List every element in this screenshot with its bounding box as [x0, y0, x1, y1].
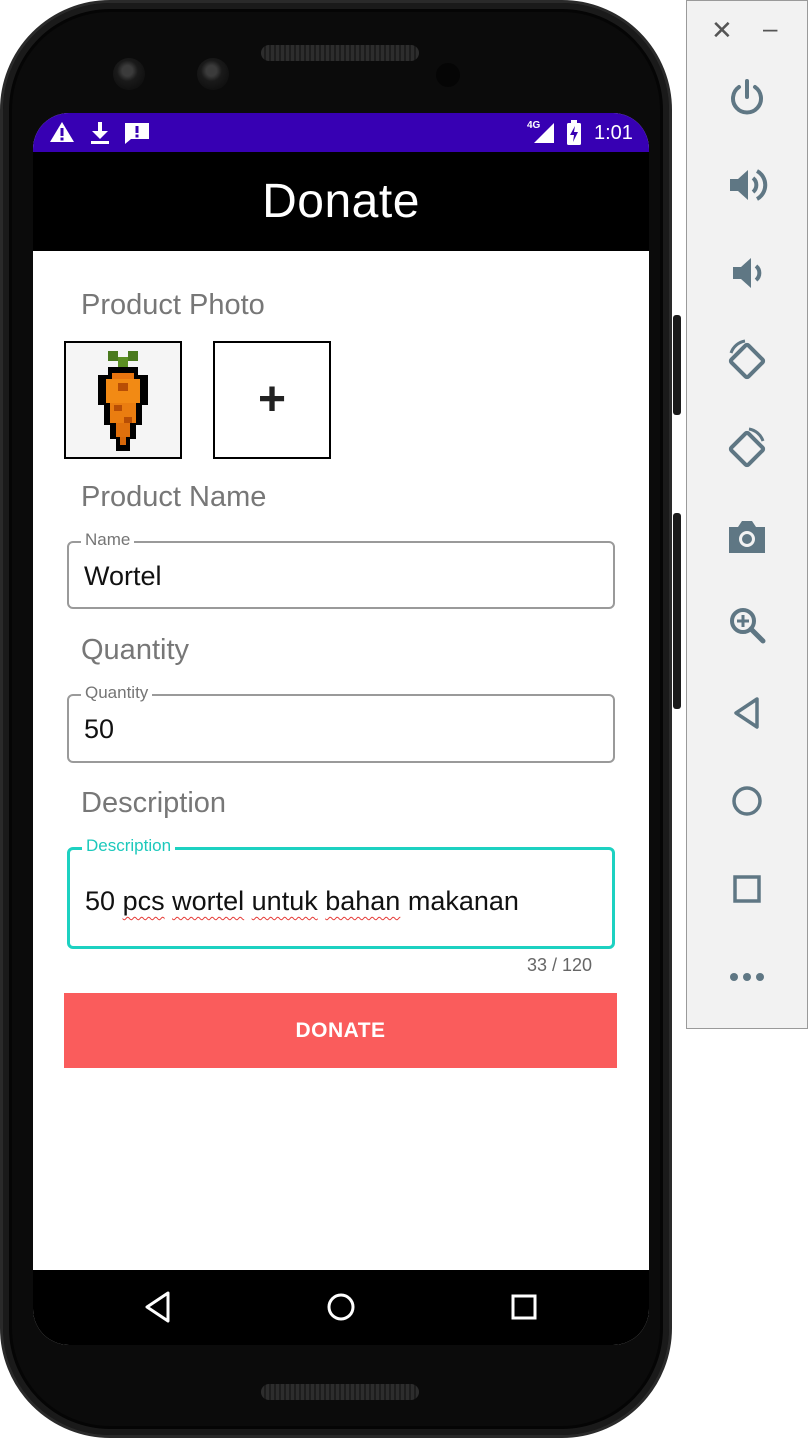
description-word-misspelled: untuk — [251, 886, 318, 916]
panel-back-button[interactable] — [687, 683, 807, 743]
minimize-icon[interactable]: – — [763, 13, 777, 44]
donate-button[interactable]: DONATE — [64, 993, 617, 1068]
power-side-button — [673, 315, 681, 415]
battery-icon — [567, 120, 581, 145]
panel-more-button[interactable] — [687, 947, 807, 1007]
download-icon — [91, 122, 109, 144]
bottom-speaker — [261, 1384, 419, 1400]
description-field-label: Description — [82, 836, 176, 856]
phone-frame: 4G 1:01 Donate Product Photo + Product N… — [0, 0, 681, 1438]
nav-home-icon[interactable] — [325, 1290, 357, 1324]
app-bar: Donate — [33, 152, 649, 251]
quantity-field[interactable]: Quantity 50 — [67, 683, 615, 763]
name-field[interactable]: Name Wortel — [67, 530, 615, 609]
earpiece-speaker — [261, 45, 419, 61]
feedback-icon — [125, 123, 149, 144]
power-icon — [731, 79, 763, 115]
name-field-label: Name — [81, 530, 135, 550]
network-type: 4G — [527, 120, 541, 131]
nav-overview-icon[interactable] — [509, 1290, 539, 1324]
carrot-image — [98, 351, 148, 451]
plus-icon: + — [257, 373, 287, 426]
nav-back-icon[interactable] — [143, 1290, 173, 1324]
camera-icon — [729, 521, 765, 553]
add-photo-button[interactable]: + — [213, 341, 331, 459]
product-photo-thumbnail[interactable] — [64, 341, 182, 459]
back-icon — [734, 697, 759, 729]
character-counter: 33 / 120 — [527, 955, 593, 975]
product-name-label: Product Name — [81, 481, 267, 513]
product-photo-label: Product Photo — [81, 289, 265, 321]
rotate-left-button[interactable] — [687, 331, 807, 391]
rotate-right-icon — [728, 427, 766, 468]
more-icon — [730, 973, 764, 981]
volume-side-button — [673, 513, 681, 709]
panel-home-button[interactable] — [687, 771, 807, 831]
proximity-sensor — [436, 63, 460, 87]
donate-button-label: DONATE — [295, 1018, 386, 1042]
description-word-misspelled: bahan — [325, 886, 401, 916]
screenshot-button[interactable] — [687, 507, 807, 567]
zoom-button[interactable] — [687, 595, 807, 655]
quantity-field-label: Quantity — [81, 683, 153, 703]
power-button[interactable] — [687, 67, 807, 127]
description-word-misspelled: wortel — [172, 886, 245, 916]
quantity-label: Quantity — [81, 634, 189, 666]
close-icon[interactable]: ✕ — [711, 15, 733, 46]
description-word: 50 — [85, 886, 116, 916]
volume-down-icon — [733, 258, 762, 288]
description-word: makanan — [407, 886, 519, 916]
front-camera-secondary-icon — [197, 58, 229, 90]
status-bar: 4G 1:01 — [33, 113, 649, 152]
panel-overview-button[interactable] — [687, 859, 807, 919]
description-field[interactable]: Description 50 pcs wortel untuk bahan ma… — [67, 836, 615, 949]
emulator-panel: ✕ – — [686, 0, 808, 1029]
overview-icon — [733, 875, 761, 903]
navigation-bar — [33, 1270, 649, 1345]
volume-up-icon — [730, 169, 768, 201]
warning-icon — [50, 122, 74, 142]
zoom-icon — [730, 608, 766, 644]
signal-icon: 4G — [527, 120, 555, 150]
description-label: Description — [81, 787, 227, 819]
volume-down-button[interactable] — [687, 243, 807, 303]
page-title: Donate — [262, 175, 420, 228]
front-camera-icon — [113, 58, 145, 90]
name-field-value: Wortel — [84, 561, 162, 591]
phone-screen: 4G 1:01 Donate Product Photo + Product N… — [33, 113, 649, 1345]
volume-up-button[interactable] — [687, 155, 807, 215]
rotate-left-icon — [728, 339, 766, 380]
clock: 1:01 — [594, 122, 633, 144]
description-field-value: 50 pcs wortel untuk bahan makanan — [85, 886, 519, 917]
description-word-misspelled: pcs — [122, 886, 165, 916]
home-icon — [732, 786, 762, 816]
rotate-right-button[interactable] — [687, 419, 807, 479]
quantity-field-value: 50 — [84, 714, 115, 744]
